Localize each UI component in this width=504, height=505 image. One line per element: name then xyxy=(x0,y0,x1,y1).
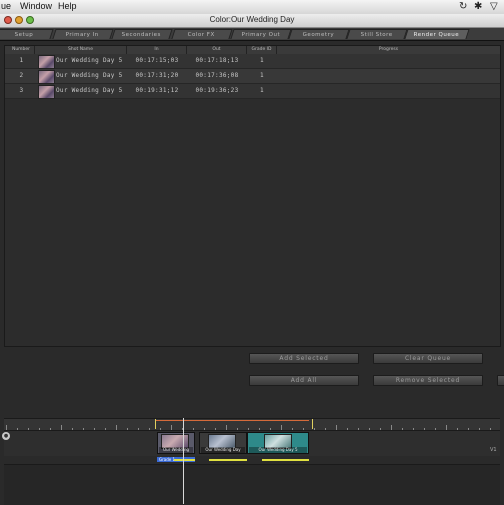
shot-thumbnail xyxy=(38,85,55,99)
window-titlebar: Color:Our Wedding Day xyxy=(0,14,504,28)
row-number: 1 xyxy=(19,57,24,64)
remove-selected-button[interactable]: Remove Selected xyxy=(373,375,483,386)
col-shot-name[interactable]: Shot Name xyxy=(35,46,127,54)
timeline-clip[interactable]: Our Wedding Day xyxy=(199,432,247,454)
mac-menubar: ue Window Help ↻ ✱ ▽ xyxy=(0,0,504,15)
table-row[interactable]: 1 Our Wedding Day 5 00:17:15;03 00:17:18… xyxy=(5,54,500,69)
shot-thumbnail xyxy=(38,70,55,84)
add-all-button[interactable]: Add All xyxy=(249,375,359,386)
tab-secondaries[interactable]: Secondaries xyxy=(111,29,173,39)
col-grade-id[interactable]: Grade ID xyxy=(247,46,277,54)
table-header: Number Shot Name In Out Grade ID Progres… xyxy=(5,46,500,54)
row-in: 00:17:15;03 xyxy=(135,57,179,64)
wifi-icon[interactable]: ▽ xyxy=(490,1,498,12)
row-shot-name: Our Wedding Day 5 xyxy=(56,87,123,94)
row-in: 00:17:31;20 xyxy=(135,72,179,79)
render-status-bar xyxy=(174,459,195,461)
clear-queue-button[interactable]: Clear Queue xyxy=(373,353,483,364)
grade-track[interactable]: Grade 1 xyxy=(4,456,500,464)
col-number[interactable]: Number xyxy=(8,46,35,54)
row-number: 2 xyxy=(19,72,24,79)
table-row[interactable]: 2 Our Wedding Day 5 00:17:31;20 00:17:36… xyxy=(5,69,500,84)
time-machine-icon[interactable]: ↻ xyxy=(459,1,467,12)
tab-setup[interactable]: Setup xyxy=(0,29,54,39)
col-progress[interactable]: Progress xyxy=(277,46,500,54)
menu-help[interactable]: Help xyxy=(58,1,77,11)
render-status-bar xyxy=(209,459,247,461)
room-tabs: Setup Primary In Secondaries Color FX Pr… xyxy=(0,28,504,41)
tab-still-store[interactable]: Still Store xyxy=(346,29,408,39)
row-out: 00:17:18;13 xyxy=(195,57,239,64)
render-queue-table: Number Shot Name In Out Grade ID Progres… xyxy=(4,45,501,347)
row-grade-id: 1 xyxy=(260,57,264,64)
out-marker[interactable] xyxy=(308,419,313,429)
timeline-track[interactable]: ● Our Wedding Our Wedding Day Our Weddin… xyxy=(2,430,500,458)
tab-geometry[interactable]: Geometry xyxy=(288,29,350,39)
clip-label: Our Wedding xyxy=(159,447,193,453)
row-grade-id: 1 xyxy=(260,87,264,94)
row-out: 00:17:36;08 xyxy=(195,72,239,79)
tab-color-fx[interactable]: Color FX xyxy=(171,29,233,39)
track-lock-icon[interactable]: ● xyxy=(2,432,10,440)
track-label: V1 xyxy=(490,447,497,453)
add-selected-button[interactable]: Add Selected xyxy=(249,353,359,364)
timeline-clip[interactable]: Our Wedding xyxy=(157,432,195,454)
window-title: Color:Our Wedding Day xyxy=(209,15,295,24)
row-in: 00:19:31;12 xyxy=(135,87,179,94)
tab-primary-out[interactable]: Primary Out xyxy=(230,29,292,39)
shot-thumbnail xyxy=(38,55,55,69)
in-marker[interactable] xyxy=(155,419,160,429)
row-number: 3 xyxy=(19,87,24,94)
col-in[interactable]: In xyxy=(127,46,187,54)
menu-item-partial[interactable]: ue xyxy=(1,1,11,11)
partial-button[interactable] xyxy=(497,375,504,386)
timeline-empty-area xyxy=(4,464,500,505)
table-row[interactable]: 3 Our Wedding Day 5 00:19:31;12 00:19:36… xyxy=(5,84,500,99)
tab-primary-in[interactable]: Primary In xyxy=(52,29,114,39)
row-grade-id: 1 xyxy=(260,72,264,79)
timeline-clip-selected[interactable]: Our Wedding Day 5 xyxy=(247,432,309,454)
clip-label: Our Wedding Day 5 xyxy=(249,447,307,453)
row-out: 00:19:36;23 xyxy=(195,87,239,94)
menu-window[interactable]: Window xyxy=(20,1,52,11)
col-out[interactable]: Out xyxy=(187,46,247,54)
tab-render-queue[interactable]: Render Queue xyxy=(404,29,470,39)
row-shot-name: Our Wedding Day 5 xyxy=(56,57,123,64)
bluetooth-icon[interactable]: ✱ xyxy=(474,1,482,12)
row-shot-name: Our Wedding Day 5 xyxy=(56,72,123,79)
render-range-bar xyxy=(155,420,309,421)
render-status-bar xyxy=(262,459,309,461)
clip-label: Our Wedding Day xyxy=(201,447,245,453)
playhead[interactable] xyxy=(183,418,184,504)
